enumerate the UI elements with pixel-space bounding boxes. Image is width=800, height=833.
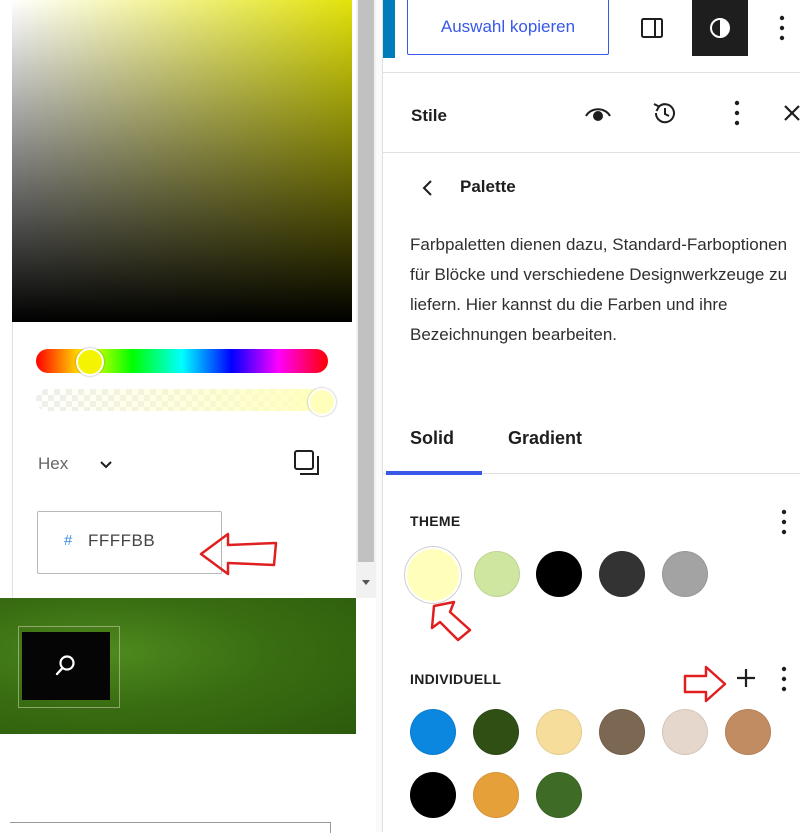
custom-swatch[interactable] xyxy=(473,772,519,818)
alpha-slider-thumb[interactable] xyxy=(308,388,336,416)
canvas-input-outline xyxy=(10,822,331,833)
palette-description: Farbpaletten dienen dazu, Standard-Farbo… xyxy=(410,235,788,344)
copy-selection-label: Auswahl kopieren xyxy=(440,17,576,36)
hex-value: FFFFBB xyxy=(88,531,156,550)
custom-swatch[interactable] xyxy=(725,709,771,755)
custom-swatch[interactable] xyxy=(599,709,645,755)
annotation-arrow-right-icon xyxy=(683,665,727,703)
hue-slider-thumb[interactable] xyxy=(76,348,104,376)
color-format-select[interactable]: Hex xyxy=(38,454,68,474)
styles-button[interactable] xyxy=(692,0,748,56)
toolbar-accent-edge xyxy=(383,0,395,58)
active-tab-indicator xyxy=(386,471,482,475)
custom-swatch[interactable] xyxy=(410,709,456,755)
section-title: Palette xyxy=(460,177,516,196)
more-vertical-icon[interactable] xyxy=(733,98,741,128)
theme-swatch[interactable] xyxy=(474,551,520,597)
more-vertical-icon[interactable] xyxy=(780,665,788,693)
contrast-icon xyxy=(710,18,730,38)
saturation-value-area[interactable] xyxy=(12,0,352,322)
custom-swatch[interactable] xyxy=(536,709,582,755)
hex-prefix: # xyxy=(64,532,73,549)
custom-swatch[interactable] xyxy=(662,709,708,755)
chevron-left-icon[interactable] xyxy=(420,178,434,198)
theme-swatch[interactable] xyxy=(662,551,708,597)
chevron-down-icon[interactable] xyxy=(98,456,114,472)
annotation-arrow-left-icon xyxy=(199,532,278,576)
scrollbar-thumb[interactable] xyxy=(358,0,374,562)
tab-solid[interactable]: Solid xyxy=(410,428,454,449)
search-icon xyxy=(55,655,75,676)
annotation-arrow-up-icon xyxy=(430,600,472,642)
revisions-icon[interactable] xyxy=(650,98,680,128)
tab-gradient[interactable]: Gradient xyxy=(508,428,582,449)
custom-swatch[interactable] xyxy=(536,772,582,818)
hex-input[interactable]: # FFFFBB xyxy=(37,511,222,574)
copy-icon[interactable] xyxy=(292,448,322,478)
close-icon[interactable] xyxy=(782,103,800,123)
alpha-slider[interactable] xyxy=(36,389,334,411)
more-vertical-icon[interactable] xyxy=(780,508,788,536)
panel-title: Stile xyxy=(411,106,447,125)
more-vertical-icon[interactable] xyxy=(776,14,788,42)
custom-swatch[interactable] xyxy=(473,709,519,755)
copy-selection-button[interactable]: Auswahl kopieren xyxy=(407,0,609,55)
canvas-content-area xyxy=(0,734,356,832)
custom-palette-heading: INDIVIDUELL xyxy=(410,671,502,687)
custom-swatch[interactable] xyxy=(410,772,456,818)
theme-palette-heading: THEME xyxy=(410,513,461,529)
sidebar-toggle-icon[interactable] xyxy=(640,16,664,40)
plus-icon[interactable] xyxy=(732,664,760,692)
theme-swatch[interactable] xyxy=(599,551,645,597)
theme-swatch[interactable] xyxy=(407,549,459,601)
eye-icon[interactable] xyxy=(584,104,612,124)
search-button[interactable] xyxy=(22,632,110,700)
scroll-down-arrow[interactable] xyxy=(356,570,376,596)
theme-swatch[interactable] xyxy=(536,551,582,597)
